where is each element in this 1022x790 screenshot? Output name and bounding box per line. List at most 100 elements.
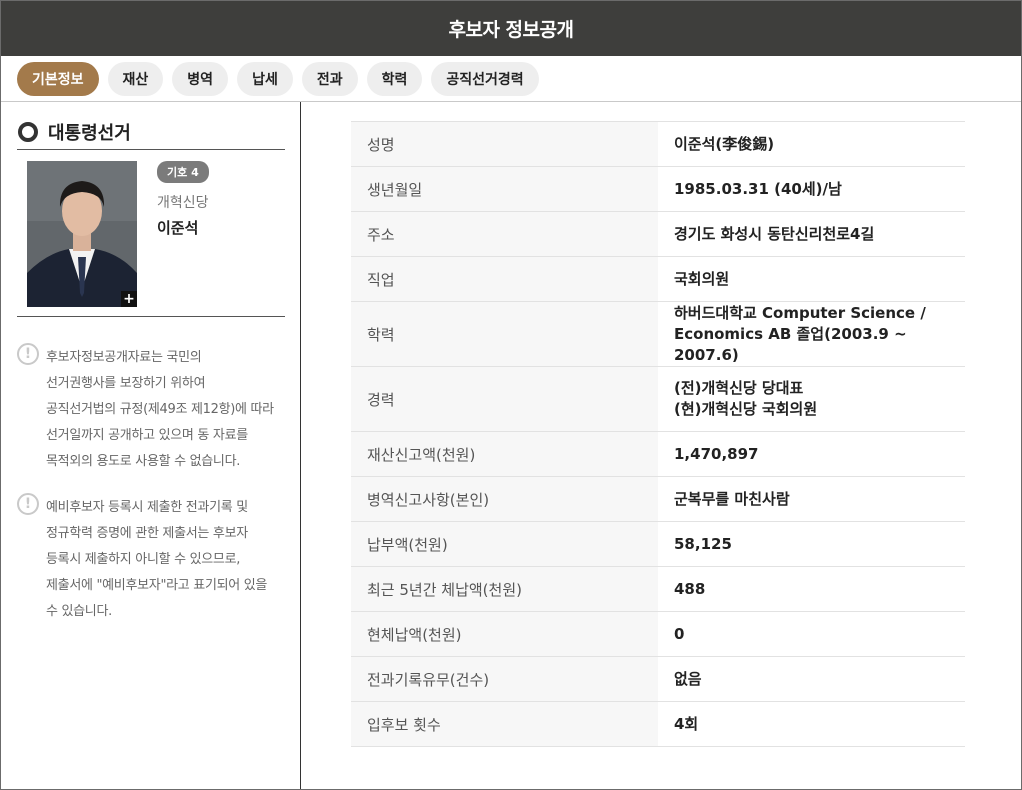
- exclamation-icon: !: [17, 493, 39, 515]
- field-value: 1,470,897: [658, 431, 965, 477]
- tab-education-label: 학력: [381, 71, 408, 88]
- table-row: 최근 5년간 체납액(천원) 488: [351, 566, 965, 612]
- field-label: 최근 5년간 체납액(천원): [351, 566, 658, 612]
- notice-line: 예비후보자 등록시 제출한 전과기록 및: [46, 500, 248, 515]
- exclamation-icon: !: [17, 343, 39, 365]
- table-row: 학력 하버드대학교 Computer Science / Economics A…: [351, 301, 965, 367]
- value-line: 없음: [674, 669, 702, 688]
- election-heading: 대통령선거: [17, 118, 285, 150]
- header-title: 후보자 정보공개: [448, 19, 574, 41]
- table-row: 병역신고사항(본인) 군복무를 마친사람: [351, 476, 965, 522]
- tab-criminal-record[interactable]: 전과: [301, 61, 358, 96]
- notice-item: ! 예비후보자 등록시 제출한 전과기록 및 정규학력 증명에 관한 제출서는 …: [17, 493, 285, 625]
- field-value: 58,125: [658, 521, 965, 567]
- notice-line: 목적외의 용도로 사용할 수 없습니다.: [46, 454, 241, 469]
- notice-list: ! 후보자정보공개자료는 국민의 선거권행사를 보장하기 위하여 공직선거법의 …: [17, 317, 285, 625]
- left-panel: 대통령선거 + 기호 4 개혁신당 이준석 ! 후보자정보공개자료는 국민의 선…: [1, 102, 301, 789]
- candidate-photo[interactable]: +: [27, 161, 137, 307]
- field-label: 납부액(천원): [351, 521, 658, 567]
- tab-property-label: 재산: [122, 71, 149, 88]
- candidate-info-window: 후보자 정보공개 기본정보 재산 병역 납세 전과 학력 공직선거경력 대통령선…: [0, 0, 1022, 790]
- table-row: 입후보 횟수 4회: [351, 701, 965, 747]
- value-line: 경기도 화성시 동탄신리천로4길: [674, 224, 875, 243]
- field-label: 성명: [351, 121, 658, 167]
- candidate-details: 기호 4 개혁신당 이준석: [137, 161, 209, 306]
- field-label: 재산신고액(천원): [351, 431, 658, 477]
- notice-line: 선거일까지 공개하고 있으며 동 자료를: [46, 428, 248, 443]
- field-label: 현체납액(천원): [351, 611, 658, 657]
- notice-line: 공직선거법의 규정(제49조 제12항)에 따라: [46, 402, 274, 417]
- tab-bar: 기본정보 재산 병역 납세 전과 학력 공직선거경력: [1, 56, 1021, 102]
- tab-tax[interactable]: 납세: [237, 61, 293, 96]
- field-label: 학력: [351, 301, 658, 367]
- table-row: 성명 이준석(李俊錫): [351, 121, 965, 167]
- value-line: 국회의원: [674, 269, 730, 288]
- field-value: 군복무를 마친사람: [658, 476, 965, 522]
- notice-line: 수 있습니다.: [46, 604, 112, 619]
- field-value: (전)개혁신당 당대표 (현)개혁신당 국회의원: [658, 366, 965, 432]
- value-line: 군복무를 마친사람: [674, 489, 790, 508]
- candidate-party: 개혁신당: [157, 195, 209, 211]
- field-value: 하버드대학교 Computer Science / Economics AB 졸…: [658, 301, 965, 367]
- notice-text: 예비후보자 등록시 제출한 전과기록 및 정규학력 증명에 관한 제출서는 후보…: [46, 495, 267, 625]
- candidate-name: 이준석: [157, 219, 199, 237]
- notice-line: 정규학력 증명에 관한 제출서는 후보자: [46, 526, 248, 541]
- tab-education[interactable]: 학력: [366, 61, 423, 96]
- right-panel: 성명 이준석(李俊錫) 생년월일 1985.03.31 (40세)/남 주소 경…: [301, 102, 1021, 789]
- window-header: 후보자 정보공개: [1, 1, 1021, 56]
- table-row: 재산신고액(천원) 1,470,897: [351, 431, 965, 477]
- field-value: 0: [658, 611, 965, 657]
- notice-line: 선거권행사를 보장하기 위하여: [46, 376, 206, 391]
- value-line: Economics AB 졸업(2003.9 ~ 2007.6): [674, 324, 907, 364]
- candidate-profile: + 기호 4 개혁신당 이준석: [17, 150, 285, 317]
- table-row: 전과기록유무(건수) 없음: [351, 656, 965, 702]
- tab-military-label: 병역: [187, 71, 214, 88]
- value-line: 488: [674, 579, 706, 598]
- tab-tax-label: 납세: [252, 71, 278, 88]
- notice-line: 후보자정보공개자료는 국민의: [46, 350, 202, 365]
- tab-election-career-label: 공직선거경력: [446, 71, 524, 88]
- value-line: 이준석(李俊錫): [674, 134, 775, 153]
- field-label: 직업: [351, 256, 658, 302]
- tab-basic-info[interactable]: 기본정보: [17, 61, 99, 96]
- table-row: 생년월일 1985.03.31 (40세)/남: [351, 166, 965, 212]
- value-line: 4회: [674, 714, 699, 733]
- field-label: 경력: [351, 366, 658, 432]
- value-line: (현)개혁신당 국회의원: [674, 400, 818, 418]
- field-value: 국회의원: [658, 256, 965, 302]
- table-row: 납부액(천원) 58,125: [351, 521, 965, 567]
- table-row: 주소 경기도 화성시 동탄신리천로4길: [351, 211, 965, 257]
- tab-basic-info-label: 기본정보: [32, 71, 84, 88]
- photo-expand-icon[interactable]: +: [121, 291, 137, 307]
- ring-bullet-icon: [18, 121, 38, 142]
- table-row: 직업 국회의원: [351, 256, 965, 302]
- field-label: 입후보 횟수: [351, 701, 658, 747]
- value-line: (전)개혁신당 당대표: [674, 379, 804, 397]
- field-label: 생년월일: [351, 166, 658, 212]
- content-area: 대통령선거 + 기호 4 개혁신당 이준석 ! 후보자정보공개자료는 국민의 선…: [1, 102, 1021, 789]
- tab-military[interactable]: 병역: [172, 61, 229, 96]
- candidate-photo-illustration: [27, 161, 137, 307]
- value-line: 58,125: [674, 534, 732, 553]
- table-row: 경력 (전)개혁신당 당대표 (현)개혁신당 국회의원: [351, 366, 965, 432]
- tab-election-career[interactable]: 공직선거경력: [431, 61, 539, 96]
- field-value: 4회: [658, 701, 965, 747]
- candidate-number-badge: 기호 4: [157, 161, 209, 183]
- election-title: 대통령선거: [48, 122, 131, 144]
- field-value: 경기도 화성시 동탄신리천로4길: [658, 211, 965, 257]
- field-value: 이준석(李俊錫): [658, 121, 965, 167]
- field-value: 488: [658, 566, 965, 612]
- field-value: 없음: [658, 656, 965, 702]
- notice-line: 제출서에 "예비후보자"라고 표기되어 있을: [46, 578, 268, 593]
- field-label: 전과기록유무(건수): [351, 656, 658, 702]
- value-line: 0: [674, 624, 685, 643]
- value-line: 1,470,897: [674, 444, 759, 463]
- value-line: 1985.03.31 (40세)/남: [674, 179, 842, 198]
- field-value: 1985.03.31 (40세)/남: [658, 166, 965, 212]
- candidate-info-table: 성명 이준석(李俊錫) 생년월일 1985.03.31 (40세)/남 주소 경…: [351, 121, 965, 747]
- field-label: 병역신고사항(본인): [351, 476, 658, 522]
- table-row: 현체납액(천원) 0: [351, 611, 965, 657]
- tab-property[interactable]: 재산: [107, 61, 164, 96]
- value-line: 하버드대학교 Computer Science /: [674, 303, 926, 322]
- field-label: 주소: [351, 211, 658, 257]
